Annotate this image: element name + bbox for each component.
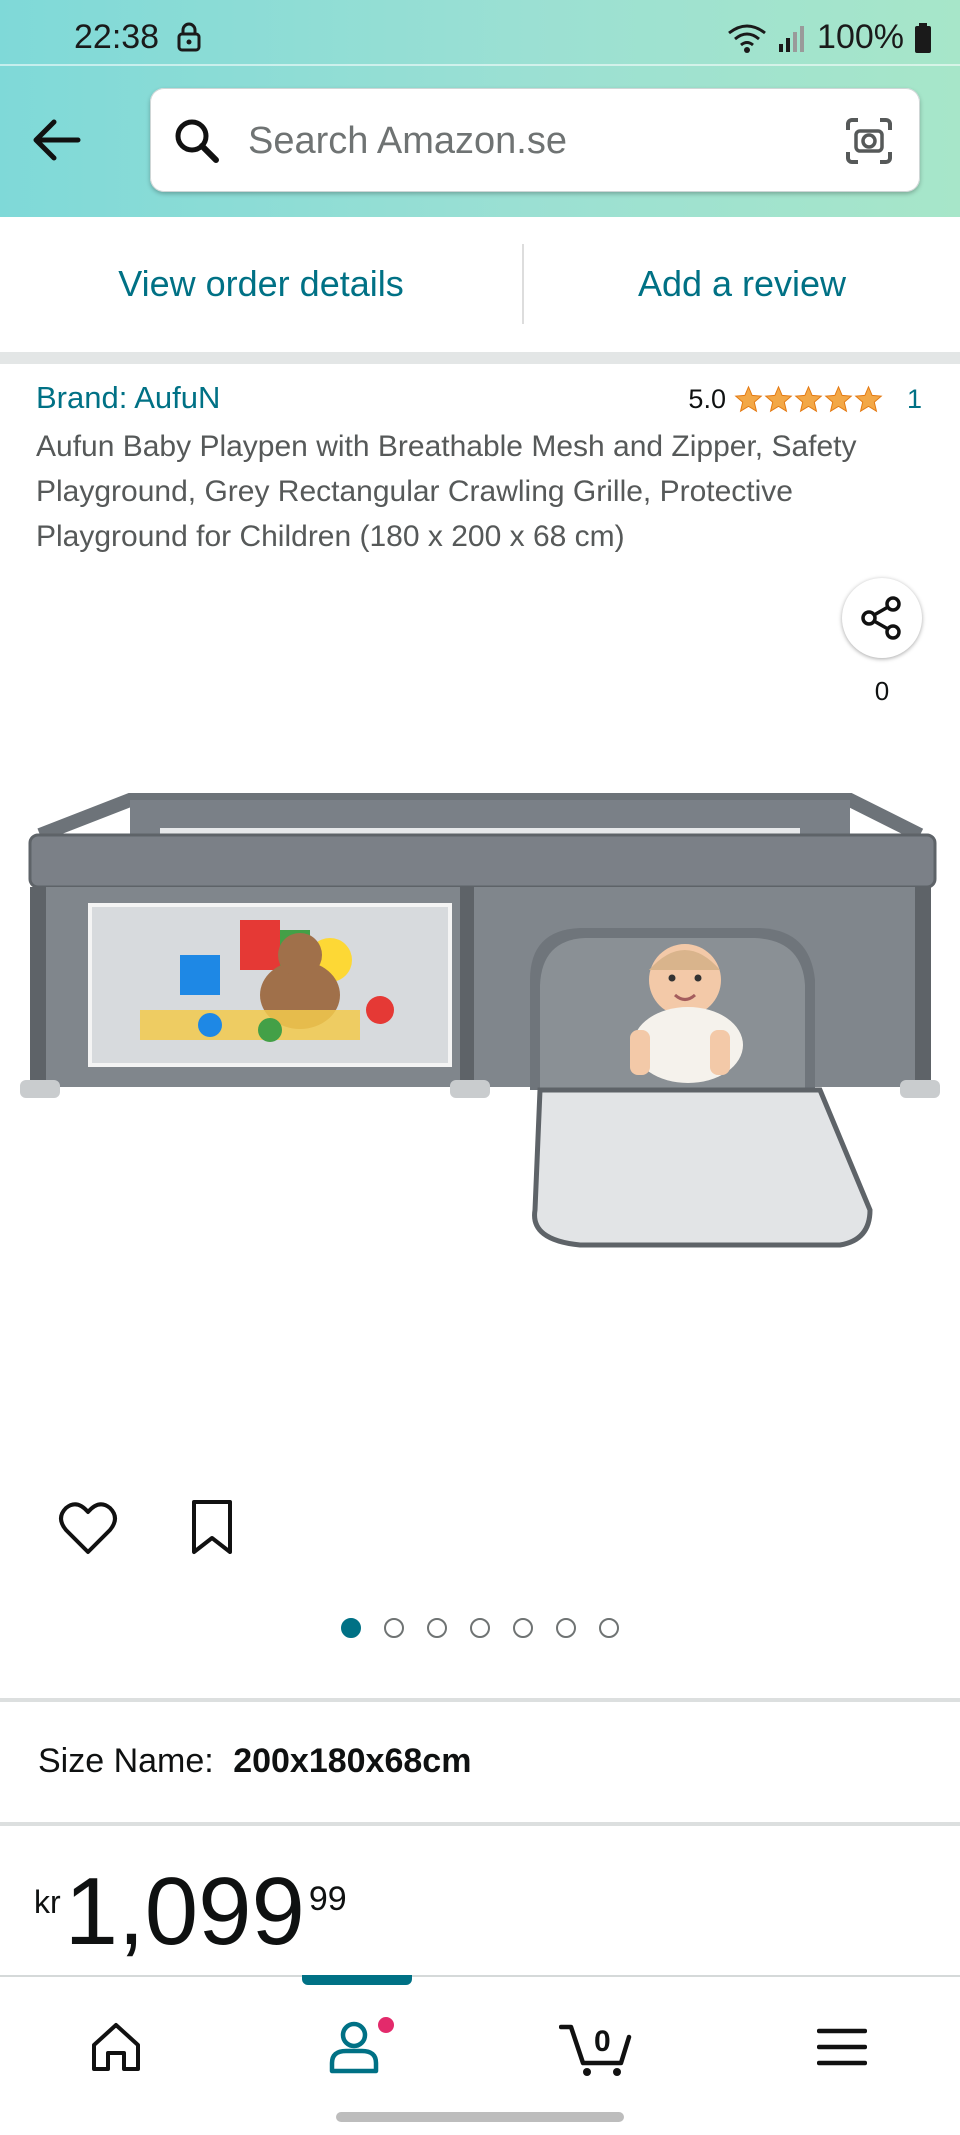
price: kr 1,099 99 [34, 1862, 347, 1962]
status-time: 22:38 [74, 18, 160, 56]
order-actions: View order details Add a review [0, 217, 960, 351]
carousel-dot[interactable] [384, 1618, 404, 1638]
divider [0, 1698, 960, 1702]
view-order-details-button[interactable]: View order details [0, 217, 522, 351]
carousel-dot[interactable] [470, 1618, 490, 1638]
carousel-dot[interactable] [427, 1618, 447, 1638]
carousel-dot[interactable] [556, 1618, 576, 1638]
star-icon [734, 385, 763, 413]
search-bar[interactable] [150, 88, 920, 192]
search-input[interactable] [246, 110, 810, 172]
product-title: Aufun Baby Playpen with Breathable Mesh … [36, 430, 857, 553]
heart-icon[interactable] [58, 1500, 118, 1556]
battery-icon [915, 22, 931, 53]
carousel-dot[interactable] [599, 1618, 619, 1638]
menu-icon [817, 2028, 867, 2066]
home-icon [92, 2023, 140, 2071]
active-tab-indicator [302, 1975, 412, 1985]
product-image[interactable] [20, 780, 940, 1350]
size-selector[interactable]: Size Name: 200x180x68cm [38, 1742, 471, 1781]
back-arrow-icon[interactable] [28, 112, 84, 168]
bottom-navigation: 0 [0, 1975, 960, 2135]
carousel-dot[interactable] [341, 1618, 361, 1638]
share-button[interactable] [842, 578, 922, 658]
price-currency: kr [34, 1884, 61, 1920]
search-icon[interactable] [172, 116, 220, 164]
star-icon [854, 385, 883, 413]
share-icon [861, 596, 901, 640]
star-icon [794, 385, 823, 413]
image-carousel-dots [0, 1618, 960, 1638]
nav-home[interactable] [66, 2007, 166, 2087]
rating-value: 5.0 [688, 384, 726, 414]
order-actions-divider [522, 244, 524, 324]
size-label: Size Name: [38, 1742, 214, 1780]
camera-search-icon[interactable] [844, 116, 894, 166]
nav-cart[interactable]: 0 [546, 2007, 646, 2087]
section-divider [0, 352, 960, 364]
nav-account[interactable] [306, 2007, 406, 2087]
star-rating [734, 385, 883, 414]
bookmark-icon[interactable] [190, 1498, 234, 1556]
cart-count: 0 [594, 2025, 611, 2058]
lock-icon [177, 22, 201, 52]
gesture-bar[interactable] [336, 2112, 624, 2122]
carousel-dot[interactable] [513, 1618, 533, 1638]
divider [0, 1822, 960, 1826]
price-whole: 1,099 [64, 1858, 305, 1965]
add-review-button[interactable]: Add a review [524, 217, 960, 351]
battery-level: 100% [817, 18, 904, 56]
signal-icon [779, 25, 805, 52]
wifi-icon [728, 24, 766, 53]
brand-link[interactable]: Brand: AufuN [36, 380, 220, 416]
status-divider [0, 64, 960, 66]
notification-badge [378, 2017, 394, 2033]
star-icon [824, 385, 853, 413]
price-fraction: 99 [308, 1880, 347, 1918]
nav-menu[interactable] [792, 2007, 892, 2087]
star-icon [764, 385, 793, 413]
size-value: 200x180x68cm [233, 1742, 472, 1780]
rating-summary[interactable]: 5.0 1 [688, 384, 922, 415]
share-count: 0 [874, 676, 890, 706]
status-indicators: 100% [727, 18, 932, 57]
rating-count[interactable]: 1 [907, 384, 922, 415]
account-icon [329, 2021, 379, 2074]
